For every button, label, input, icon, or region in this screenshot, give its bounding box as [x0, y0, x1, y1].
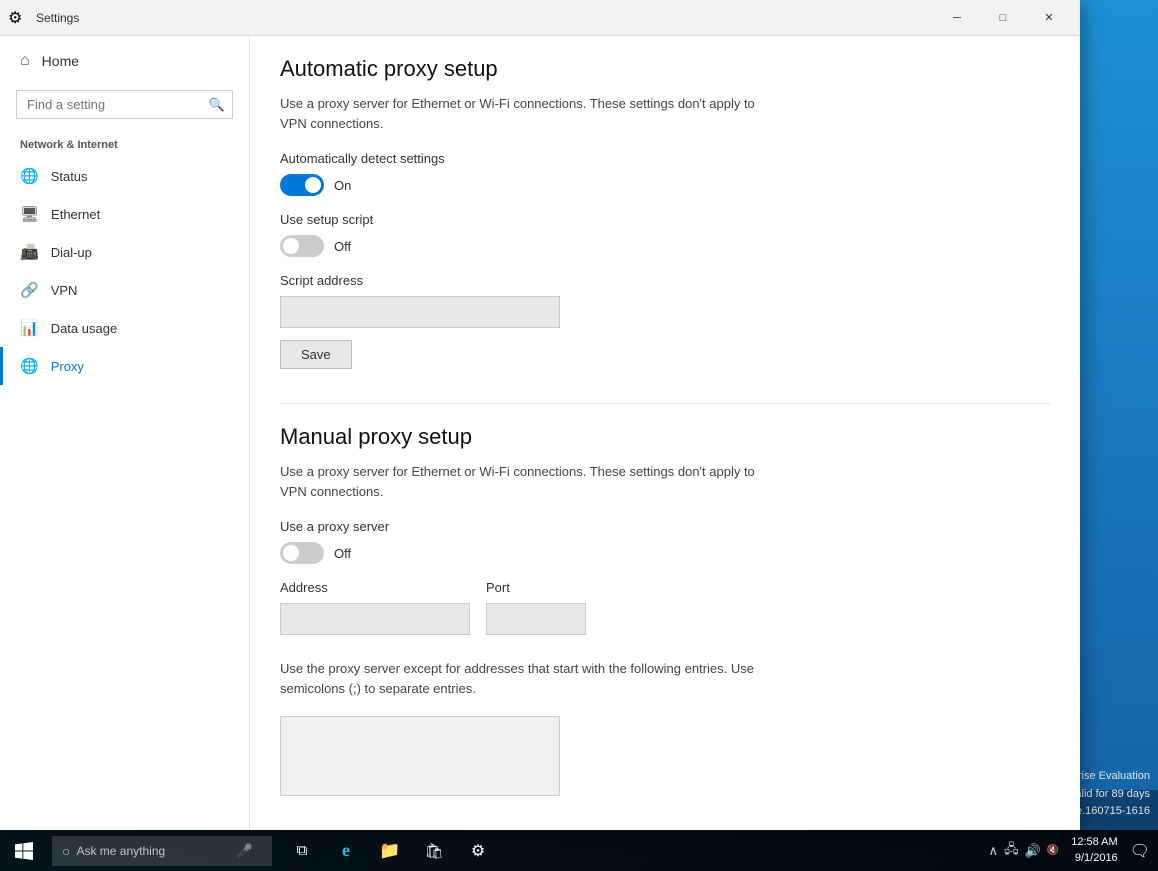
port-group: Port — [486, 580, 586, 647]
address-label: Address — [280, 580, 470, 595]
sidebar-home[interactable]: ⌂ Home — [0, 36, 249, 86]
taskbar-taskview-button[interactable]: ⧉ — [280, 830, 324, 871]
sidebar-item-dialup[interactable]: 📠 Dial-up — [0, 233, 249, 271]
settings-taskbar-icon: ⚙ — [471, 841, 485, 861]
explorer-icon: 📁 — [379, 841, 400, 861]
script-address-label: Script address — [280, 273, 1050, 288]
datausage-icon: 📊 — [20, 319, 39, 337]
taskview-icon: ⧉ — [297, 842, 308, 859]
taskbar-search-box[interactable]: ○ 🎤 — [52, 836, 272, 866]
taskbar-clock[interactable]: 12:58 AM 9/1/2016 — [1063, 835, 1125, 866]
address-port-row: Address Port — [280, 580, 1050, 647]
cortana-circle-icon: ○ — [62, 843, 70, 859]
clock-time: 12:58 AM — [1071, 835, 1117, 850]
use-proxy-toggle-row: Off — [280, 542, 1050, 564]
taskbar-edge-button[interactable]: e — [324, 830, 368, 871]
vpn-icon: 🔗 — [20, 281, 39, 299]
sidebar-item-datausage[interactable]: 📊 Data usage — [0, 309, 249, 347]
maximize-button[interactable]: □ — [980, 0, 1026, 36]
store-icon: 🛍 — [424, 842, 443, 860]
sidebar-item-dialup-label: Dial-up — [51, 245, 92, 260]
search-icon: 🔍 — [209, 97, 225, 113]
dialup-icon: 📠 — [20, 243, 39, 261]
auto-detect-label: Automatically detect settings — [280, 151, 1050, 166]
close-button[interactable]: ✕ — [1026, 0, 1072, 36]
sidebar-home-label: Home — [42, 53, 79, 69]
auto-detect-toggle-row: On — [280, 174, 1050, 196]
use-proxy-knob — [283, 545, 299, 561]
start-button[interactable] — [0, 830, 48, 871]
sidebar-section-title: Network & Internet — [0, 131, 249, 157]
main-content: Automatic proxy setup Use a proxy server… — [250, 36, 1080, 830]
settings-icon: ⚙ — [8, 8, 28, 28]
sidebar-item-ethernet-label: Ethernet — [51, 207, 100, 222]
notification-icon[interactable]: 🗨 — [1130, 841, 1150, 861]
use-script-toggle[interactable] — [280, 235, 324, 257]
auto-detect-state: On — [334, 178, 351, 193]
microphone-icon[interactable]: 🎤 — [236, 843, 252, 859]
volume-icon[interactable]: 🔊 — [1025, 843, 1041, 859]
use-proxy-toggle[interactable] — [280, 542, 324, 564]
exceptions-desc: Use the proxy server except for addresse… — [280, 659, 780, 698]
window-controls: ─ □ ✕ — [934, 0, 1072, 36]
taskbar-store-button[interactable]: 🛍 — [412, 830, 456, 871]
taskbar-search-input[interactable] — [76, 844, 236, 858]
taskbar-settings-button[interactable]: ⚙ — [456, 830, 500, 871]
status-icon: 🌐 — [20, 167, 39, 185]
title-bar: ⚙ Settings ─ □ ✕ — [0, 0, 1080, 36]
section-divider — [280, 403, 1050, 404]
sidebar: ⌂ Home 🔍 Network & Internet 🌐 Status 🖥 E… — [0, 36, 250, 830]
address-group: Address — [280, 580, 470, 647]
search-box: 🔍 — [16, 90, 233, 119]
exceptions-textarea[interactable] — [280, 716, 560, 796]
auto-proxy-desc: Use a proxy server for Ethernet or Wi-Fi… — [280, 94, 780, 133]
edge-icon: e — [342, 840, 350, 861]
taskbar-apps: ⧉ e 📁 🛍 ⚙ — [280, 830, 500, 871]
sidebar-item-status[interactable]: 🌐 Status — [0, 157, 249, 195]
sidebar-item-status-label: Status — [51, 169, 88, 184]
windows-logo-icon — [15, 842, 33, 860]
use-script-toggle-row: Off — [280, 235, 1050, 257]
clock-date: 9/1/2016 — [1071, 851, 1117, 866]
win-panel — [1078, 0, 1158, 790]
title-bar-text: Settings — [36, 11, 934, 25]
use-script-label: Use setup script — [280, 212, 1050, 227]
sidebar-item-vpn[interactable]: 🔗 VPN — [0, 271, 249, 309]
content-area: ⌂ Home 🔍 Network & Internet 🌐 Status 🖥 E… — [0, 36, 1080, 830]
speaker-mute-icon[interactable]: 🔇 — [1047, 845, 1059, 856]
port-label: Port — [486, 580, 586, 595]
use-proxy-state: Off — [334, 546, 351, 561]
home-icon: ⌂ — [20, 52, 30, 70]
use-script-knob — [283, 238, 299, 254]
taskbar-right: ∧ 🖧 🔊 🔇 12:58 AM 9/1/2016 🗨 — [989, 835, 1158, 866]
settings-window: ⚙ Settings ─ □ ✕ ⌂ Home 🔍 Network & Inte… — [0, 0, 1080, 830]
address-input[interactable] — [280, 603, 470, 635]
auto-detect-toggle[interactable] — [280, 174, 324, 196]
port-input[interactable] — [486, 603, 586, 635]
search-input[interactable] — [16, 90, 233, 119]
taskbar: ○ 🎤 ⧉ e 📁 🛍 ⚙ ∧ 🖧 🔊 🔇 12:58 AM 9/1 — [0, 830, 1158, 871]
use-script-state: Off — [334, 239, 351, 254]
manual-proxy-title: Manual proxy setup — [280, 424, 1050, 450]
proxy-icon: 🌐 — [20, 357, 39, 375]
ethernet-icon: 🖥 — [20, 205, 39, 223]
save-button[interactable]: Save — [280, 340, 352, 369]
minimize-button[interactable]: ─ — [934, 0, 980, 36]
auto-detect-knob — [305, 177, 321, 193]
sidebar-item-proxy-label: Proxy — [51, 359, 84, 374]
sidebar-item-ethernet[interactable]: 🖥 Ethernet — [0, 195, 249, 233]
sidebar-item-proxy[interactable]: 🌐 Proxy — [0, 347, 249, 385]
manual-proxy-desc: Use a proxy server for Ethernet or Wi-Fi… — [280, 462, 780, 501]
taskbar-explorer-button[interactable]: 📁 — [368, 830, 412, 871]
system-tray: ∧ 🖧 🔊 🔇 — [989, 840, 1060, 862]
sidebar-item-vpn-label: VPN — [51, 283, 78, 298]
script-address-input[interactable] — [280, 296, 560, 328]
use-proxy-label: Use a proxy server — [280, 519, 1050, 534]
auto-proxy-title: Automatic proxy setup — [280, 56, 1050, 82]
chevron-up-icon[interactable]: ∧ — [989, 843, 999, 859]
sidebar-item-datausage-label: Data usage — [51, 321, 118, 336]
network-icon[interactable]: 🖧 — [1004, 840, 1019, 862]
